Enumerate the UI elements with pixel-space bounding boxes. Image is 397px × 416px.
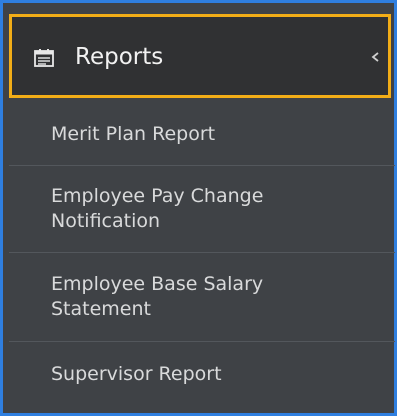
menu-item-label: Merit Plan Report: [51, 123, 216, 145]
menu-item-employee-pay-change-notification[interactable]: Employee Pay Change Notification: [9, 166, 395, 253]
reports-submenu: Merit Plan Report Employee Pay Change No…: [9, 103, 395, 410]
menu-item-employee-base-salary-statement[interactable]: Employee Base Salary Statement: [9, 253, 395, 342]
report-calendar-icon: [34, 49, 54, 67]
reports-menu-title: Reports: [75, 44, 164, 70]
reports-menu-header[interactable]: Reports: [9, 14, 391, 98]
menu-item-supervisor-report[interactable]: Supervisor Report: [9, 342, 395, 410]
menu-item-label: Employee Base Salary Statement: [51, 273, 264, 320]
menu-item-merit-plan-report[interactable]: Merit Plan Report: [9, 103, 395, 166]
menu-item-label: Supervisor Report: [51, 363, 222, 385]
menu-item-label: Employee Pay Change Notification: [51, 185, 264, 232]
chevron-left-icon[interactable]: [370, 49, 380, 65]
reports-menu-panel: Reports Merit Plan Report Employee Pay C…: [0, 0, 397, 416]
